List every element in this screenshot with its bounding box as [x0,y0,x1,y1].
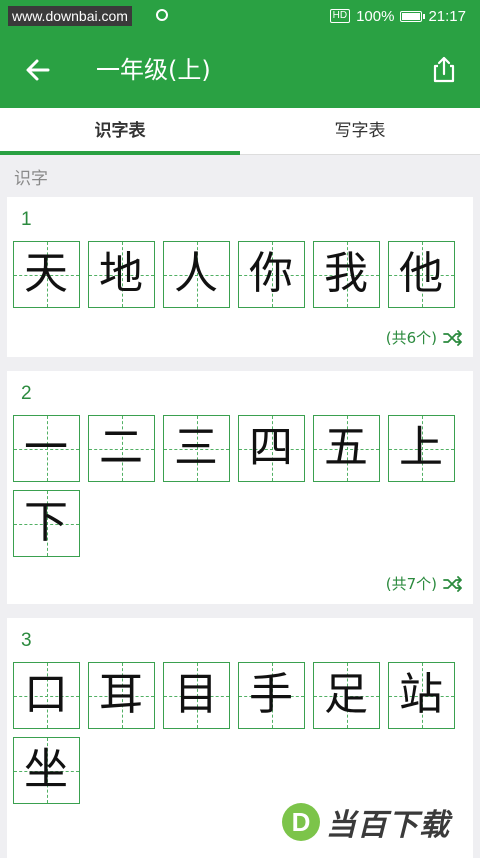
char-cell[interactable]: 五 [313,415,380,482]
shuffle-icon[interactable] [443,329,463,346]
char-cell[interactable]: 一 [13,415,80,482]
share-icon [433,56,455,83]
char-text: 口 [24,669,68,720]
char-text: 目 [174,669,218,720]
char-cell[interactable]: 你 [238,241,305,308]
char-cell[interactable]: 人 [163,241,230,308]
char-text: 站 [399,669,443,720]
group-card-1: 1 天 地 人 你 我 他 (共6个) [7,197,473,357]
hd-badge: HD [329,9,351,23]
group-number: 3 [21,630,32,651]
char-text: 三 [174,422,218,473]
char-cell[interactable]: 上 [388,415,455,482]
count-row: (共7个) [386,573,463,594]
share-button[interactable] [428,54,460,86]
status-bar: www.downbai.com HD 100% 21:17 [0,0,480,32]
status-right: HD 100% 21:17 [329,0,466,32]
char-cell[interactable]: 我 [313,241,380,308]
shuffle-icon[interactable] [443,575,463,592]
char-text: 他 [399,248,443,299]
char-count: (共6个) [385,329,437,347]
char-text: 一 [24,422,68,473]
watermark: D 当百下载 [282,800,450,844]
battery-icon [400,10,426,22]
char-cell[interactable]: 二 [88,415,155,482]
char-text: 坐 [24,744,68,795]
page-title: 一年级(上) [96,56,211,84]
section-label: 识字 [14,169,48,189]
char-cell[interactable]: 地 [88,241,155,308]
watermark-text: 当百下载 [326,808,450,843]
char-text: 五 [324,422,368,473]
tab-indicator [0,151,240,155]
char-cell[interactable]: 目 [163,662,230,729]
char-text: 人 [174,248,218,299]
char-cell[interactable]: 手 [238,662,305,729]
char-cell[interactable]: 足 [313,662,380,729]
group-card-2: 2 一 二 三 四 五 上 下 (共7个) [7,371,473,604]
group-number: 2 [21,383,32,404]
char-text: 地 [99,248,143,299]
char-grid: 一 二 三 四 五 上 下 [13,415,473,557]
char-cell[interactable]: 三 [163,415,230,482]
char-cell[interactable]: 口 [13,662,80,729]
char-grid: 口 耳 目 手 足 站 坐 [13,662,473,804]
char-count: (共7个) [385,575,437,593]
group-number: 1 [21,209,32,230]
char-text: 我 [324,248,368,299]
char-cell[interactable]: 天 [13,241,80,308]
arrow-left-icon [26,59,50,81]
char-text: 手 [249,669,293,720]
notification-icon [156,9,168,21]
battery-percent: 100% [356,7,395,25]
char-cell[interactable]: 下 [13,490,80,557]
char-cell[interactable]: 耳 [88,662,155,729]
char-text: 下 [24,497,68,548]
watermark-logo: D [282,803,320,841]
battery-fill [402,12,421,20]
char-text: 足 [324,669,368,720]
char-cell[interactable]: 站 [388,662,455,729]
tab-recognize-chars[interactable]: 识字表 [0,108,240,154]
char-text: 四 [249,422,293,473]
char-cell[interactable]: 他 [388,241,455,308]
count-row: (共6个) [386,327,463,348]
char-text: 上 [399,422,443,473]
back-button[interactable] [22,54,54,86]
char-cell[interactable]: 坐 [13,737,80,804]
app-bar: 一年级(上) [0,32,480,108]
char-text: 耳 [99,669,143,720]
tab-write-chars[interactable]: 写字表 [240,108,480,154]
tab-bar: 识字表 写字表 [0,108,480,155]
char-text: 天 [24,248,68,299]
url-overlay: www.downbai.com [8,6,132,26]
clock: 21:17 [428,7,466,25]
char-cell[interactable]: 四 [238,415,305,482]
char-text: 二 [99,422,143,473]
char-grid: 天 地 人 你 我 他 [13,241,473,308]
char-text: 你 [249,248,293,299]
